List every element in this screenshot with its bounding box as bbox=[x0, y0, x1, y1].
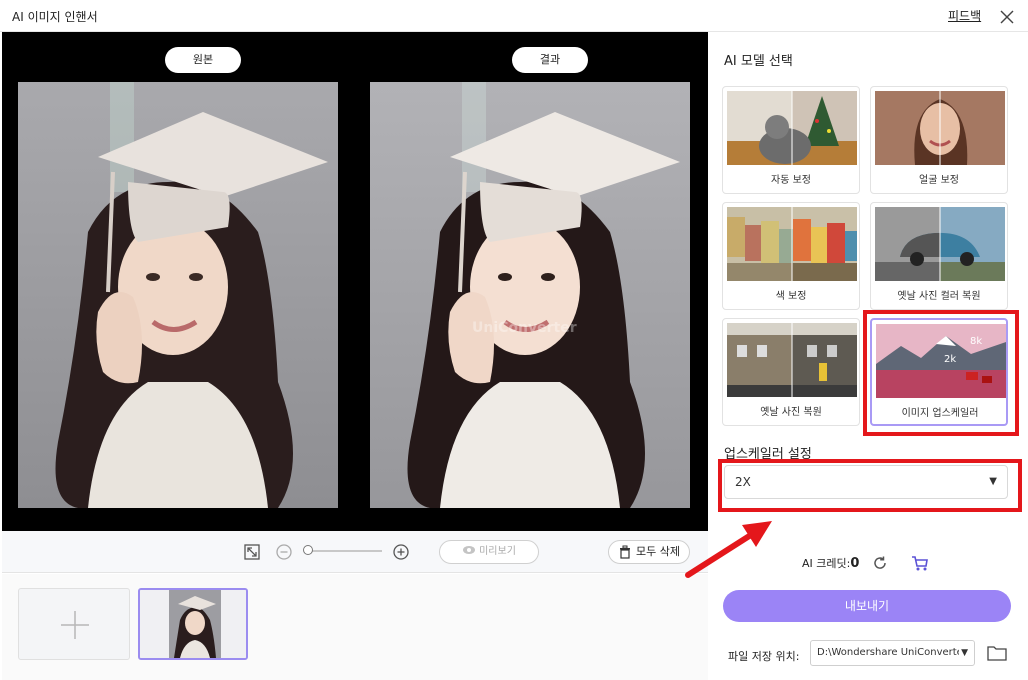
result-label: 결과 bbox=[512, 47, 588, 73]
refresh-icon[interactable] bbox=[872, 555, 888, 571]
thumbnail-strip bbox=[2, 574, 708, 680]
credits-value: 0 bbox=[850, 556, 860, 571]
chevron-down-icon: ▼ bbox=[989, 476, 997, 487]
model-card-restore[interactable]: 옛날 사진 복원 bbox=[722, 318, 860, 426]
upscale-factor-select[interactable]: 2X ▼ bbox=[724, 465, 1008, 499]
auto-enhance-thumbnail bbox=[727, 91, 857, 165]
fit-screen-icon[interactable] bbox=[243, 543, 261, 561]
model-label: 옛날 사진 컬러 복원 bbox=[897, 291, 981, 302]
chevron-down-icon: ▼ bbox=[959, 641, 968, 665]
upscale-badge-2k: 2k bbox=[944, 354, 956, 365]
zoom-toolbar: 미리보기 모두 삭제 bbox=[2, 531, 708, 573]
save-location-label: 파일 저장 위치: bbox=[728, 650, 800, 663]
eye-icon bbox=[463, 546, 476, 554]
preview-button[interactable]: 미리보기 bbox=[439, 540, 539, 564]
ai-credits: AI 크레딧:0 bbox=[802, 555, 859, 571]
export-button[interactable]: 내보내기 bbox=[723, 590, 1011, 622]
delete-all-label: 모두 삭제 bbox=[636, 545, 680, 558]
preview-button-label: 미리보기 bbox=[479, 546, 516, 557]
model-label: 얼굴 보정 bbox=[919, 175, 959, 186]
upscaler-section-heading: 업스케일러 설정 bbox=[724, 447, 812, 462]
model-label: 옛날 사진 복원 bbox=[760, 407, 822, 418]
feedback-link[interactable]: 피드백 bbox=[948, 7, 981, 24]
face-enhance-thumbnail bbox=[875, 91, 1005, 165]
credits-label: AI 크레딧: bbox=[802, 557, 851, 570]
watermark-text: UniConverter bbox=[472, 320, 577, 336]
model-card-face[interactable]: 얼굴 보정 bbox=[870, 86, 1008, 194]
photo-restore-thumbnail bbox=[727, 323, 857, 397]
model-card-colorize[interactable]: 옛날 사진 컬러 복원 bbox=[870, 202, 1008, 310]
model-card-color[interactable]: 색 보정 bbox=[722, 202, 860, 310]
delete-all-button[interactable]: 모두 삭제 bbox=[608, 540, 690, 564]
annotation-arrow bbox=[685, 521, 772, 578]
save-path-select[interactable]: D:\Wondershare UniConverter ▼ bbox=[810, 640, 975, 666]
upscale-factor-value: 2X bbox=[735, 475, 751, 489]
title-bar: AI 이미지 인핸서 피드백 bbox=[0, 0, 1028, 32]
save-path-value: D:\Wondershare UniConverter bbox=[817, 647, 967, 658]
zoom-slider-track[interactable] bbox=[310, 550, 382, 552]
model-label: 색 보정 bbox=[775, 291, 807, 302]
color-correction-thumbnail bbox=[727, 207, 857, 281]
zoom-out-icon[interactable] bbox=[275, 543, 293, 561]
trash-icon bbox=[620, 545, 630, 559]
model-card-auto[interactable]: 자동 보정 bbox=[722, 86, 860, 194]
model-section-heading: AI 모델 선택 bbox=[724, 54, 793, 69]
upscale-badge-8k: 8k bbox=[970, 336, 982, 347]
model-label: 자동 보정 bbox=[771, 175, 811, 186]
upscaler-thumbnail: 8k 2k bbox=[876, 324, 1006, 398]
plus-icon bbox=[61, 611, 89, 639]
window-title: AI 이미지 인핸서 bbox=[12, 10, 98, 24]
original-photo bbox=[18, 82, 338, 508]
close-icon[interactable] bbox=[996, 6, 1018, 28]
model-card-upscaler[interactable]: 8k 2k 이미지 업스케일러 bbox=[870, 318, 1008, 426]
add-image-button[interactable] bbox=[18, 588, 130, 660]
folder-icon[interactable] bbox=[987, 644, 1007, 662]
zoom-slider-thumb[interactable] bbox=[303, 545, 313, 555]
model-label: 이미지 업스케일러 bbox=[901, 408, 979, 419]
image-thumbnail[interactable] bbox=[138, 588, 248, 660]
original-label: 원본 bbox=[165, 47, 241, 73]
preview-area: 원본 결과 UniConverter bbox=[2, 32, 708, 531]
zoom-in-icon[interactable] bbox=[392, 543, 410, 561]
cart-icon[interactable] bbox=[911, 555, 929, 571]
colorize-thumbnail bbox=[875, 207, 1005, 281]
result-photo bbox=[370, 82, 690, 508]
